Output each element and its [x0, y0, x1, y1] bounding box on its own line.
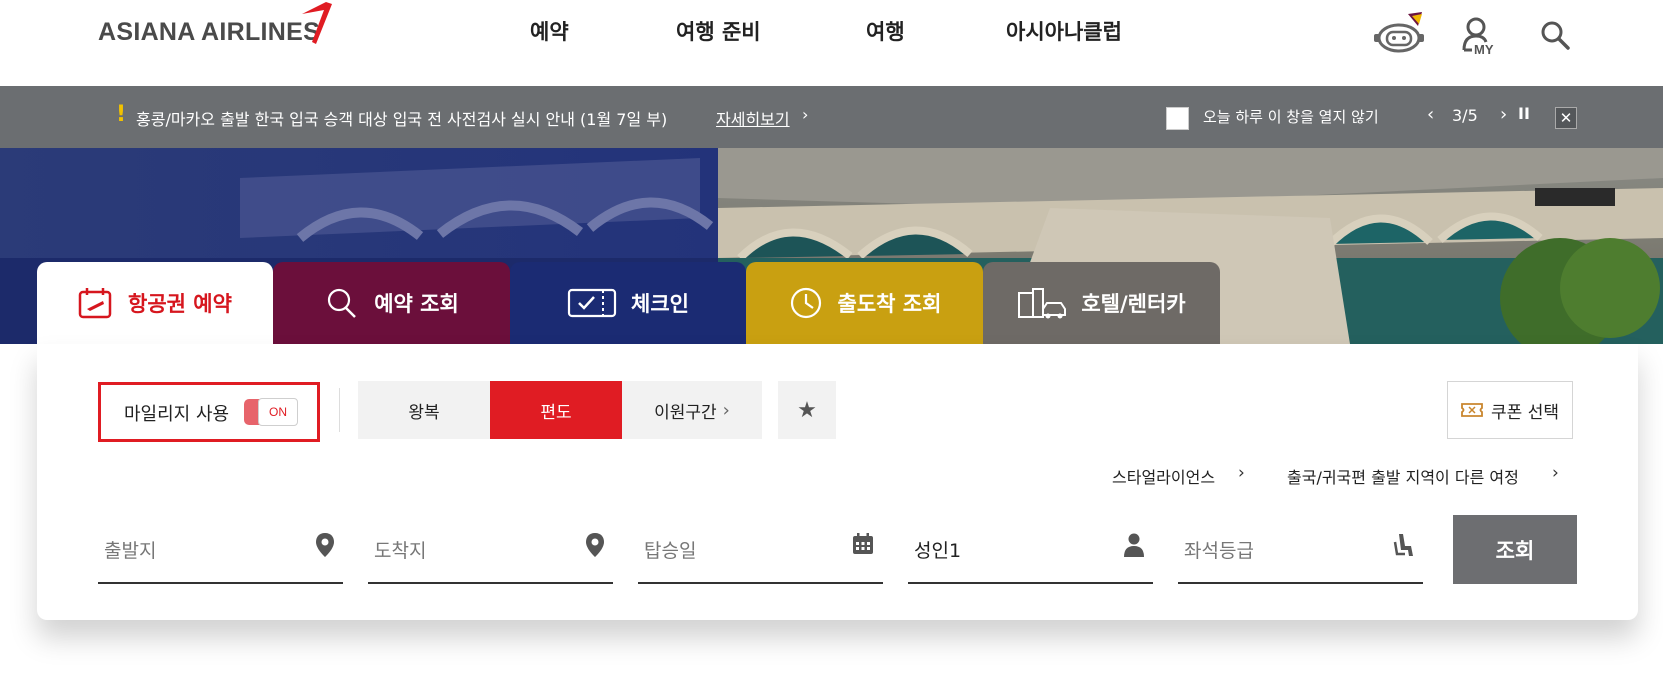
passenger-field[interactable]: 성인1: [908, 520, 1153, 584]
tab-label: 체크인: [631, 292, 689, 316]
chevron-right-icon: ›: [802, 105, 809, 124]
location-pin-icon: [586, 533, 604, 557]
arrival-placeholder: 도착지: [374, 540, 427, 562]
chevron-right-icon: ›: [722, 399, 730, 421]
clock-icon: [790, 287, 821, 319]
alert-icon: !: [116, 102, 127, 127]
coupon-icon: [1461, 403, 1483, 417]
hide-today-label[interactable]: 오늘 하루 이 창을 열지 않기: [1203, 106, 1379, 127]
chevron-right-icon: ›: [1552, 463, 1559, 483]
coupon-label: 쿠폰 선택: [1491, 402, 1559, 423]
calendar-plane-icon: [78, 288, 112, 319]
boarding-pass-icon: [567, 288, 617, 318]
star-icon: ★: [797, 397, 817, 423]
notice-prev-button[interactable]: ‹: [1427, 104, 1434, 125]
tab-label: 호텔/렌터카: [1081, 292, 1186, 316]
date-placeholder: 탑승일: [644, 540, 697, 562]
hide-today-checkbox[interactable]: [1166, 107, 1189, 130]
notice-close-button[interactable]: ✕: [1555, 107, 1577, 129]
seat-icon: [1393, 534, 1413, 556]
search-button-label: 조회: [1495, 538, 1535, 563]
magnifier-icon: [328, 288, 357, 318]
trip-oneway-button[interactable]: 편도: [490, 381, 622, 439]
notice-pause-button[interactable]: II: [1518, 104, 1530, 123]
tab-label: 예약 조회: [374, 292, 459, 316]
nav-item-travel-prep[interactable]: 여행 준비: [676, 16, 761, 46]
notice-more-link[interactable]: 자세히보기: [716, 106, 790, 130]
departure-field[interactable]: 출발지: [98, 520, 343, 584]
tab-label: 출도착 조회: [837, 292, 942, 316]
search-icon[interactable]: [1540, 20, 1570, 50]
tab-checkin[interactable]: 체크인: [510, 262, 746, 344]
cabin-class-placeholder: 좌석등급: [1184, 540, 1254, 562]
notice-text[interactable]: 홍콩/마카오 출발 한국 입국 승객 대상 입국 전 사전검사 실시 안내 (1…: [136, 106, 667, 130]
notice-page-indicator: 3/5: [1452, 106, 1478, 125]
nav-item-asiana-club[interactable]: 아시아나클럽: [1006, 16, 1122, 46]
trip-label: 이원구간: [654, 402, 717, 423]
tab-hotel-rentacar[interactable]: 호텔/렌터카: [983, 262, 1220, 344]
my-label: MY: [1474, 42, 1494, 56]
star-alliance-link[interactable]: 스타얼라이언스: [1112, 464, 1215, 488]
mileage-toggle-knob[interactable]: ON: [258, 398, 298, 426]
header: ASIANA AIRLINES 예약 여행 준비 여행 아시아나클럽 MY: [0, 0, 1663, 86]
trip-multicity-button[interactable]: 이원구간 ›: [622, 381, 762, 439]
logo-wing-icon: [302, 2, 332, 44]
asiana-logo[interactable]: ASIANA AIRLINES: [98, 18, 320, 47]
favorite-button[interactable]: ★: [778, 381, 836, 439]
notice-next-button[interactable]: ›: [1500, 104, 1507, 125]
divider: [339, 388, 340, 432]
nav-item-travel[interactable]: 여행: [866, 16, 905, 46]
tab-flight-booking[interactable]: 항공권 예약: [37, 262, 273, 344]
notice-bar: ! 홍콩/마카오 출발 한국 입국 승객 대상 입국 전 사전검사 실시 안내 …: [0, 86, 1663, 148]
chatbot-icon[interactable]: [1372, 12, 1430, 56]
coupon-select-button[interactable]: 쿠폰 선택: [1447, 381, 1573, 439]
mileage-label: 마일리지 사용: [124, 404, 230, 425]
date-field[interactable]: 탑승일: [638, 520, 883, 584]
calendar-icon: [853, 533, 873, 554]
arrival-field[interactable]: 도착지: [368, 520, 613, 584]
nav-item-booking[interactable]: 예약: [530, 16, 569, 46]
trip-label: 왕복: [408, 402, 440, 423]
location-pin-icon: [316, 533, 334, 557]
chevron-right-icon: ›: [1238, 463, 1245, 483]
tab-booking-lookup[interactable]: 예약 조회: [273, 262, 510, 344]
search-button[interactable]: 조회: [1453, 515, 1577, 584]
departure-placeholder: 출발지: [104, 540, 157, 562]
passenger-value: 성인1: [914, 540, 962, 562]
cabin-class-field[interactable]: 좌석등급: [1178, 520, 1423, 584]
hotel-car-icon: [1018, 288, 1067, 319]
tab-label: 항공권 예약: [128, 292, 232, 316]
open-jaw-link[interactable]: 출국/귀국편 출발 지역이 다른 여정: [1287, 464, 1519, 488]
trip-label: 편도: [540, 402, 572, 423]
tab-arrival-departure[interactable]: 출도착 조회: [746, 262, 983, 344]
person-icon: [1124, 533, 1144, 557]
trip-roundtrip-button[interactable]: 왕복: [358, 381, 490, 439]
my-page-icon[interactable]: MY: [1462, 16, 1504, 56]
